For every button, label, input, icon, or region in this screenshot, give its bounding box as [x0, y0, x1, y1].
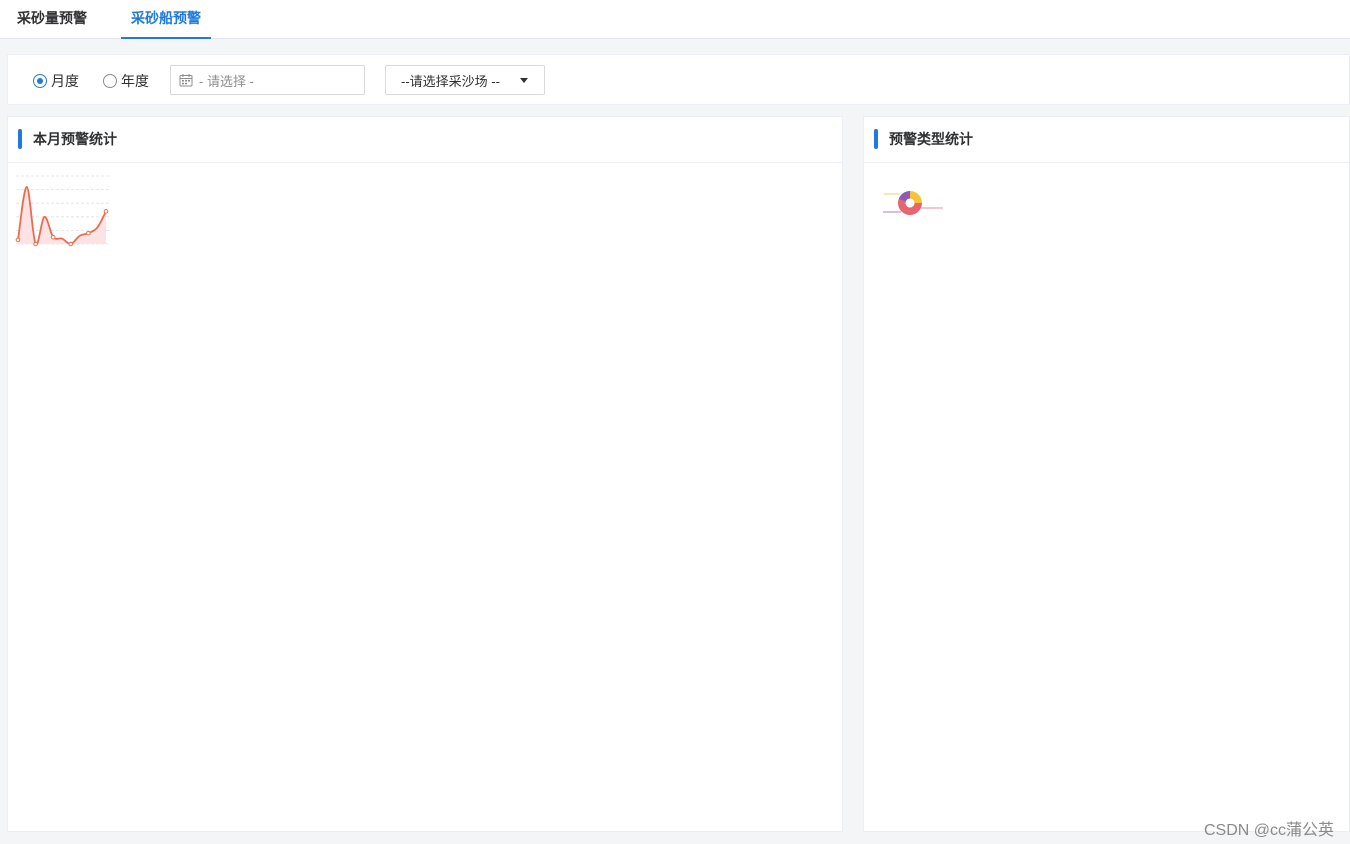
- sand-site-select-value: --请选择采沙场 --: [401, 73, 500, 89]
- panel-header: 本月预警统计: [8, 117, 842, 163]
- data-point: [86, 230, 91, 236]
- date-picker-input[interactable]: - 请选择 -: [170, 65, 365, 95]
- calendar-icon: [179, 74, 193, 87]
- panel-title: 预警类型统计: [889, 131, 973, 147]
- sand-site-select[interactable]: --请选择采沙场 --: [385, 65, 545, 95]
- monthly-warning-panel: 本月预警统计: [7, 116, 843, 832]
- radio-yearly-label: 年度: [121, 73, 149, 89]
- panel-title: 本月预警统计: [33, 131, 117, 147]
- warning-type-donut-chart: [883, 191, 943, 215]
- pie-slice: [910, 191, 922, 203]
- radio-checked-icon: [33, 74, 47, 88]
- title-accent-bar: [874, 129, 878, 149]
- caret-down-icon: [520, 78, 528, 83]
- watermark: CSDN @cc蒲公英: [1203, 822, 1334, 839]
- radio-monthly-label: 月度: [51, 73, 79, 89]
- radio-yearly[interactable]: 年度: [103, 72, 149, 90]
- tab-sand-ship-warning[interactable]: 采砂船预警: [121, 0, 211, 39]
- monthly-warning-line-chart: [15, 175, 110, 247]
- date-placeholder: - 请选择 -: [199, 73, 254, 89]
- data-point: [68, 241, 74, 247]
- filter-bar: 月度 年度 - 请选择 - --请选择采沙场 --: [7, 54, 1350, 105]
- radio-monthly[interactable]: 月度: [33, 72, 79, 90]
- data-point: [33, 241, 38, 247]
- tab-sand-volume-warning[interactable]: 采砂量预警: [7, 0, 97, 39]
- warning-type-panel: 预警类型统计: [863, 116, 1350, 832]
- data-point: [103, 209, 109, 214]
- tab-bar: 采砂量预警 采砂船预警: [0, 0, 1350, 39]
- radio-unchecked-icon: [103, 74, 117, 88]
- data-point: [15, 237, 21, 243]
- panel-header: 预警类型统计: [864, 117, 1349, 163]
- data-point: [50, 234, 56, 240]
- title-accent-bar: [18, 129, 22, 149]
